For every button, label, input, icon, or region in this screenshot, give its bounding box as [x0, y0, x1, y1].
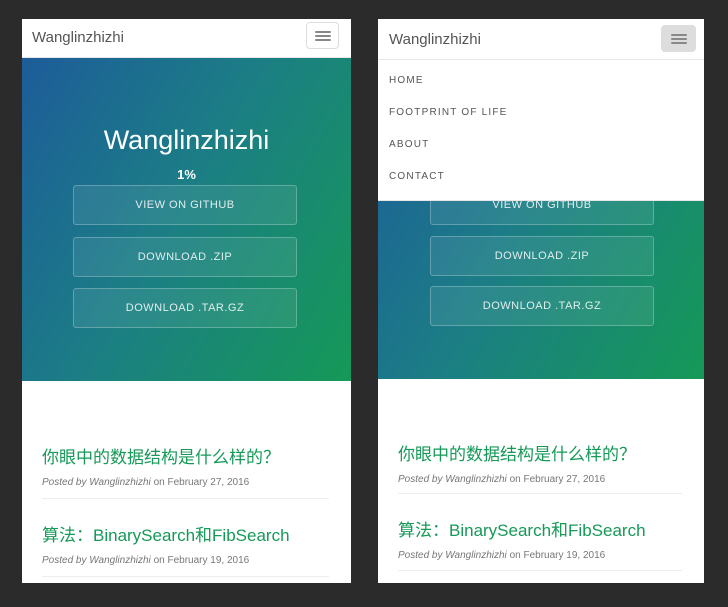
- brand-link[interactable]: Wanglinzhizhi: [389, 31, 481, 48]
- download-zip-button[interactable]: DOWNLOAD .ZIP: [430, 236, 654, 276]
- post-item[interactable]: 算法：BinarySearch和FibSearch Posted by Wang…: [42, 521, 329, 577]
- post-title[interactable]: 你眼中的数据结构是什么样的？: [42, 443, 329, 468]
- navbar: Wanglinzhizhi: [378, 19, 704, 60]
- post-date: February 27, 2016: [523, 474, 606, 485]
- post-item[interactable]: 你眼中的数据结构是什么样的？ Posted by Wanglinzhizhi o…: [42, 443, 329, 499]
- menu-toggle-button[interactable]: [306, 22, 339, 49]
- menu-item-home[interactable]: HOME: [389, 75, 424, 86]
- download-targz-button[interactable]: DOWNLOAD .TAR.GZ: [430, 286, 654, 326]
- menu-toggle-button[interactable]: [661, 25, 696, 52]
- posted-by-label: Posted by: [398, 550, 443, 561]
- post-item[interactable]: 你眼中的数据结构是什么样的？ Posted by Wanglinzhizhi o…: [398, 440, 682, 494]
- download-targz-button[interactable]: DOWNLOAD .TAR.GZ: [73, 288, 297, 328]
- post-title[interactable]: 算法：BinarySearch和FibSearch: [42, 521, 329, 546]
- post-meta: Posted by Wanglinzhizhi on February 19, …: [398, 550, 682, 561]
- view-on-github-button[interactable]: VIEW ON GITHUB: [73, 185, 297, 225]
- post-title[interactable]: 你眼中的数据结构是什么样的？: [398, 440, 682, 465]
- menu-item-about[interactable]: ABOUT: [389, 139, 429, 150]
- posted-by-label: Posted by: [42, 477, 87, 488]
- menu-item-footprint[interactable]: FOOTPRINT OF LIFE: [389, 107, 508, 118]
- post-author: Wanglinzhizhi: [89, 477, 151, 488]
- post-on-label: on: [153, 477, 165, 488]
- nav-dropdown-menu: HOME FOOTPRINT OF LIFE ABOUT CONTACT: [378, 59, 704, 201]
- post-item[interactable]: 算法：BinarySearch和FibSearch Posted by Wang…: [398, 516, 682, 571]
- brand-link[interactable]: Wanglinzhizhi: [32, 29, 124, 46]
- post-date: February 27, 2016: [167, 477, 250, 488]
- menu-item-contact[interactable]: CONTACT: [389, 171, 445, 182]
- posted-by-label: Posted by: [42, 555, 87, 566]
- phone-screen-left: Wanglinzhizhi Wanglinzhizhi 1% VIEW ON G…: [22, 19, 351, 583]
- hero-progress: 1%: [177, 167, 196, 182]
- post-meta: Posted by Wanglinzhizhi on February 19, …: [42, 555, 329, 566]
- post-meta: Posted by Wanglinzhizhi on February 27, …: [398, 474, 682, 485]
- hero-title: Wanglinzhizhi: [103, 125, 270, 155]
- download-zip-button[interactable]: DOWNLOAD .ZIP: [73, 237, 297, 277]
- post-on-label: on: [509, 474, 521, 485]
- post-author: Wanglinzhizhi: [445, 474, 507, 485]
- post-author: Wanglinzhizhi: [445, 550, 507, 561]
- phone-screen-right: Wanglinzhizhi HOME FOOTPRINT OF LIFE ABO…: [378, 19, 704, 583]
- hero-banner: Wanglinzhizhi 1% VIEW ON GITHUB DOWNLOAD…: [22, 57, 351, 381]
- post-meta: Posted by Wanglinzhizhi on February 27, …: [42, 477, 329, 488]
- posted-by-label: Posted by: [398, 474, 443, 485]
- post-title[interactable]: 算法：BinarySearch和FibSearch: [398, 516, 682, 541]
- post-on-label: on: [509, 550, 521, 561]
- navbar: Wanglinzhizhi: [22, 19, 351, 58]
- post-date: February 19, 2016: [167, 555, 250, 566]
- post-date: February 19, 2016: [523, 550, 606, 561]
- post-on-label: on: [153, 555, 165, 566]
- post-author: Wanglinzhizhi: [89, 555, 151, 566]
